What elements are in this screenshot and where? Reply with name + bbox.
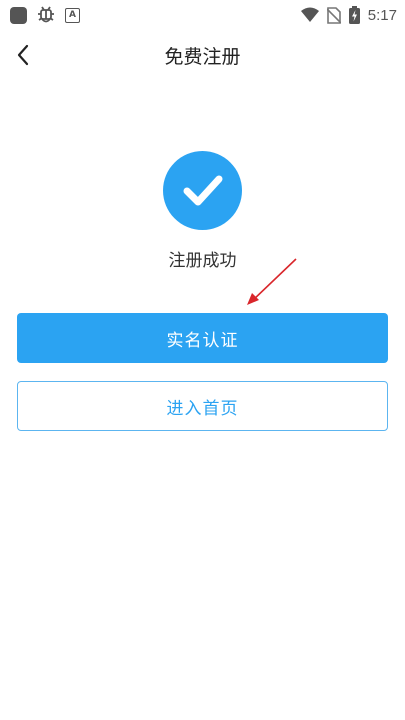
annotation-arrow-icon	[247, 258, 297, 305]
status-bar: A 5:17	[0, 0, 405, 30]
success-badge	[163, 151, 242, 230]
checkmark-icon	[183, 175, 222, 205]
page-title: 免费注册	[164, 46, 241, 68]
no-sim-icon	[326, 6, 341, 24]
status-right-icons: 5:17	[300, 5, 397, 25]
app-screen: A 5:17 免费注册 注册成功 实名认证 进入首页	[0, 0, 405, 720]
bug-icon	[38, 6, 54, 23]
app-square-icon	[10, 6, 27, 24]
status-left-icons: A	[10, 5, 80, 25]
battery-charging-icon	[348, 6, 360, 24]
success-message: 注册成功	[168, 251, 237, 271]
a-box-icon: A	[65, 7, 80, 23]
header: 免费注册	[0, 30, 405, 80]
enter-home-button[interactable]: 进入首页	[17, 381, 388, 431]
status-time: 5:17	[367, 6, 397, 24]
wifi-icon	[300, 7, 319, 22]
real-name-verify-button[interactable]: 实名认证	[17, 313, 388, 363]
